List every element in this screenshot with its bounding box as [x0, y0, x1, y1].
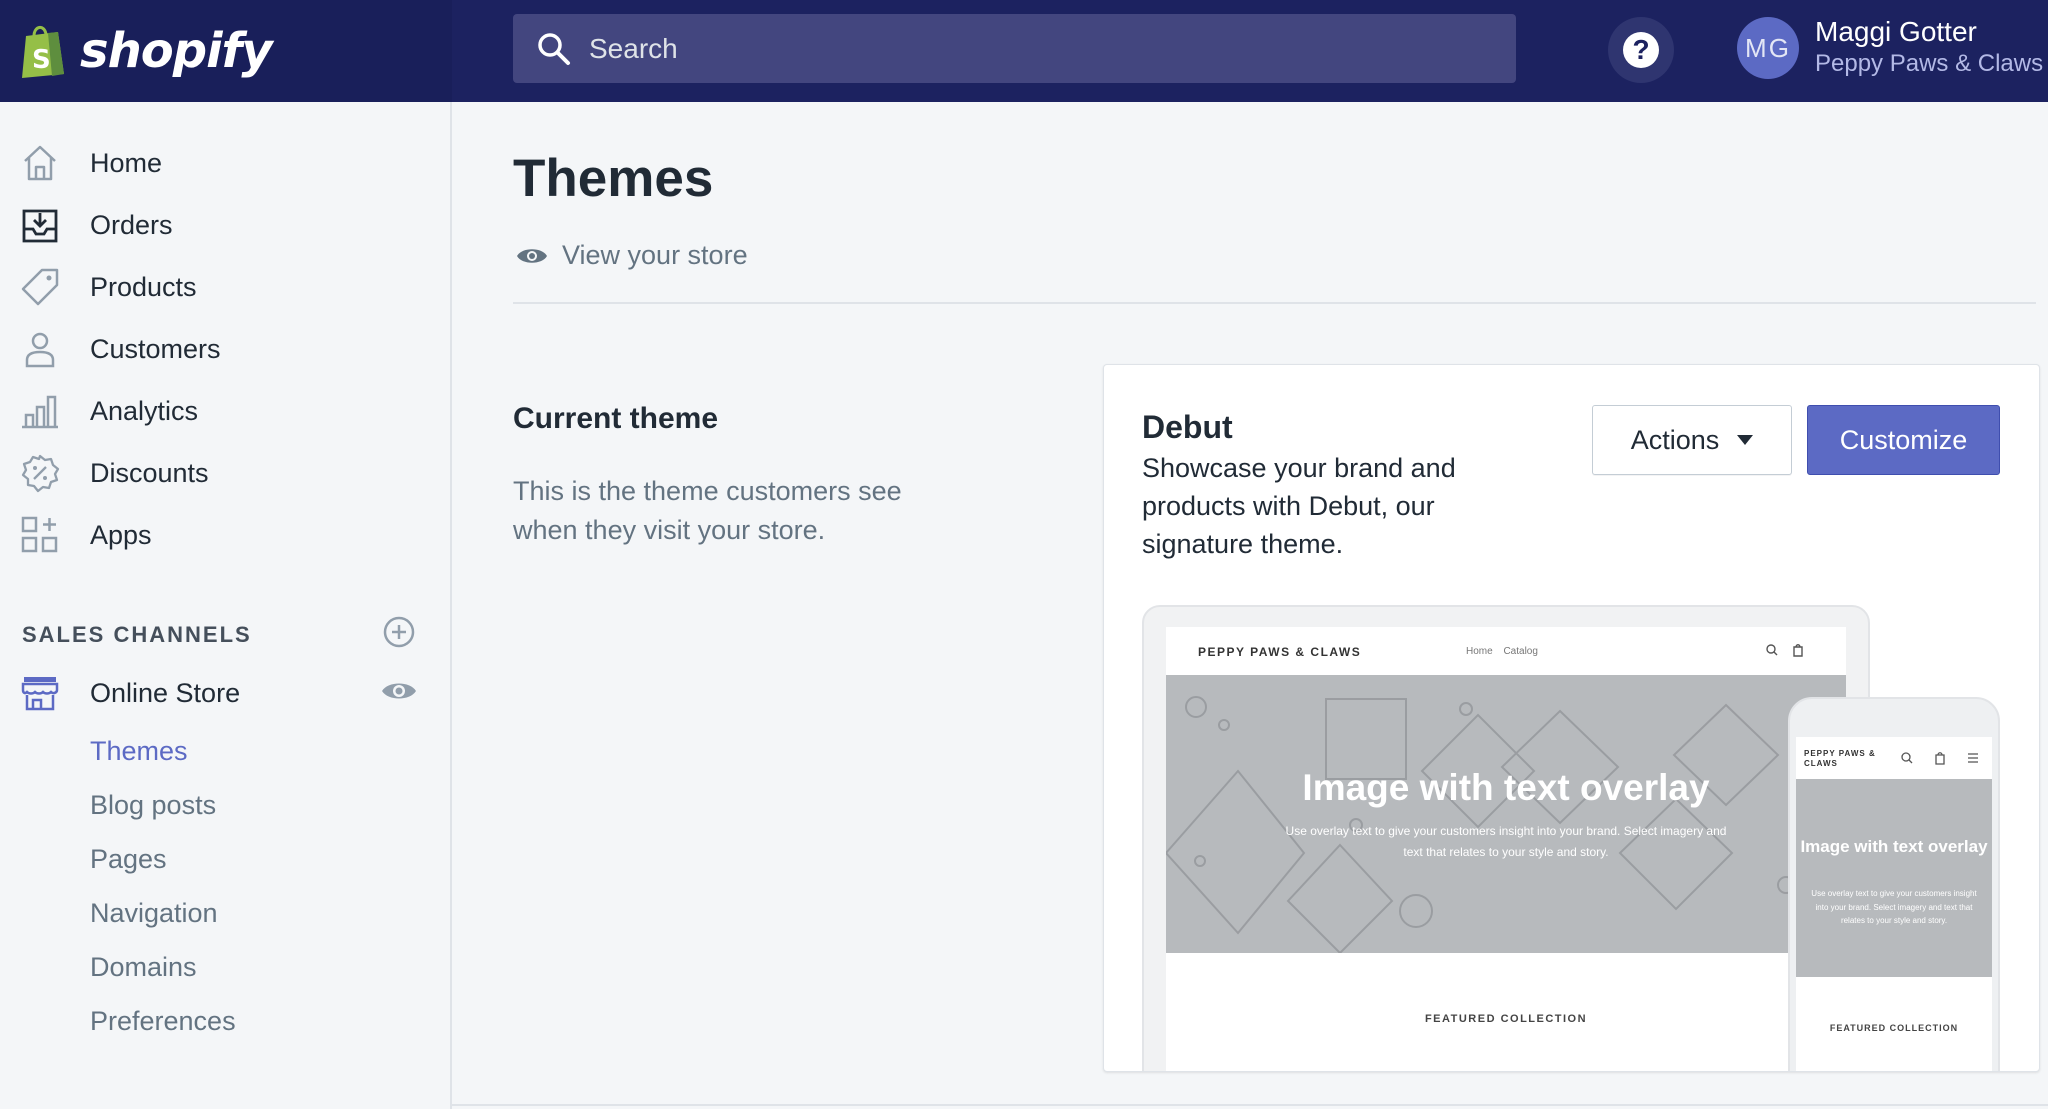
search-input[interactable]: [589, 14, 1516, 83]
phone-hero-image: Image with text overlay Use overlay text…: [1796, 779, 1992, 977]
svg-text:S: S: [32, 45, 51, 75]
phone-hero-text: Use overlay text to give your customers …: [1811, 889, 1977, 925]
page-title: Themes: [513, 149, 714, 208]
sidebar-subitem-domains[interactable]: Domains: [90, 952, 197, 983]
sidebar-item-apps[interactable]: Apps: [0, 510, 452, 560]
sidebar-item-label: Online Store: [90, 677, 241, 708]
preview-search-cart-icon: [1766, 644, 1803, 657]
phone-header-icons: [1901, 752, 1978, 765]
page-bottom-divider: [452, 1104, 2048, 1106]
preview-hero-title: Image with text overlay: [1302, 767, 1710, 808]
sidebar-item-label: Analytics: [90, 395, 199, 426]
preview-featured-heading: FEATURED COLLECTION: [1424, 1013, 1588, 1025]
sidebar-item-label: Home: [90, 147, 163, 178]
divider: [513, 302, 2036, 304]
phone-screen: PEPPY PAWS & CLAWS Image with text overl…: [1796, 737, 1992, 1071]
sidebar-item-customers[interactable]: Customers: [0, 324, 452, 374]
preview-nav-links: Home Catalog: [1466, 646, 1538, 657]
theme-preview-desktop: PEPPY PAWS & CLAWS Home Catalog Image wi…: [1142, 605, 1870, 1071]
theme-preview-mobile: PEPPY PAWS & CLAWS Image with text overl…: [1788, 697, 2000, 1071]
view-store-link[interactable]: View your store: [516, 240, 748, 271]
person-icon: [25, 332, 55, 368]
brand-wordmark: shopify: [80, 23, 273, 79]
sidebar-subitem-blog-posts[interactable]: Blog posts: [90, 790, 216, 821]
sidebar-item-label: Products: [90, 271, 197, 302]
user-name[interactable]: Maggi Gotter: [1815, 16, 1977, 48]
eye-icon: [517, 248, 547, 263]
help-button[interactable]: ?: [1608, 17, 1674, 83]
sidebar-item-label: Apps: [90, 519, 152, 550]
preview-hero-text: Use overlay text to give your customers …: [1285, 824, 1727, 859]
sidebar-item-label: Customers: [90, 333, 221, 364]
view-store-label: View your store: [562, 240, 748, 270]
theme-name: Debut: [1142, 409, 1233, 445]
preview-store-name: PEPPY PAWS & CLAWS: [1198, 645, 1362, 659]
search-bar[interactable]: [513, 14, 1516, 83]
sidebar-item-products[interactable]: Products: [0, 262, 452, 312]
store-icon: [21, 677, 59, 711]
sales-channels-heading: SALES CHANNELS: [22, 622, 252, 647]
home-icon: [24, 145, 56, 181]
discount-icon: [21, 454, 60, 493]
sidebar: Home Orders Products Customers Analytics: [0, 102, 452, 1109]
preview-hero-image: Image with text overlay Use overlay text…: [1166, 675, 1846, 953]
actions-button[interactable]: Actions: [1592, 405, 1792, 475]
apps-icon: [21, 516, 58, 553]
orders-icon: [22, 209, 58, 243]
preview-screen: PEPPY PAWS & CLAWS Home Catalog Image wi…: [1166, 627, 1846, 1071]
help-icon: ?: [1623, 32, 1659, 68]
sidebar-item-analytics[interactable]: Analytics: [0, 386, 452, 436]
shopify-bag-icon: S: [22, 26, 64, 78]
current-theme-card: Debut Showcase your brand and products w…: [1103, 364, 2040, 1072]
search-icon: [538, 32, 570, 65]
sidebar-item-home[interactable]: Home: [0, 138, 452, 188]
store-name[interactable]: Peppy Paws & Claws: [1815, 50, 2043, 78]
sidebar-subitem-preferences[interactable]: Preferences: [90, 1006, 236, 1037]
phone-store-name: PEPPY PAWS & CLAWS: [1804, 749, 1876, 768]
theme-description: Showcase your brand and products with De…: [1142, 453, 1456, 559]
top-bar: S shopify ? MG Maggi Gotter Peppy Paws &…: [0, 0, 2048, 102]
sidebar-item-orders[interactable]: Orders: [0, 200, 452, 250]
current-theme-description: This is the theme customers see when the…: [513, 476, 902, 545]
sidebar-item-label: Orders: [90, 209, 173, 240]
user-avatar[interactable]: MG: [1737, 17, 1799, 79]
sidebar-item-label: Discounts: [90, 457, 209, 488]
add-channel-icon[interactable]: [382, 615, 416, 649]
sidebar-subitem-themes[interactable]: Themes: [90, 736, 188, 767]
sidebar-item-discounts[interactable]: Discounts: [0, 448, 452, 498]
view-online-store-eye-icon[interactable]: [380, 678, 418, 704]
bar-chart-icon: [22, 395, 58, 429]
phone-featured-heading: FEATURED COLLECTION: [1829, 1023, 1959, 1033]
actions-label: Actions: [1630, 424, 1720, 455]
shopify-logo[interactable]: S shopify: [0, 0, 452, 102]
sidebar-subitem-navigation[interactable]: Navigation: [90, 898, 218, 929]
hero-illustration: [1166, 696, 1803, 953]
phone-hero-title: Image with text overlay: [1800, 837, 1988, 856]
sidebar-subitem-pages[interactable]: Pages: [90, 844, 167, 875]
current-theme-heading: Current theme: [513, 402, 719, 435]
tag-icon: [21, 268, 59, 306]
customize-button[interactable]: Customize: [1807, 405, 2000, 475]
caret-down-icon: [1737, 435, 1754, 445]
